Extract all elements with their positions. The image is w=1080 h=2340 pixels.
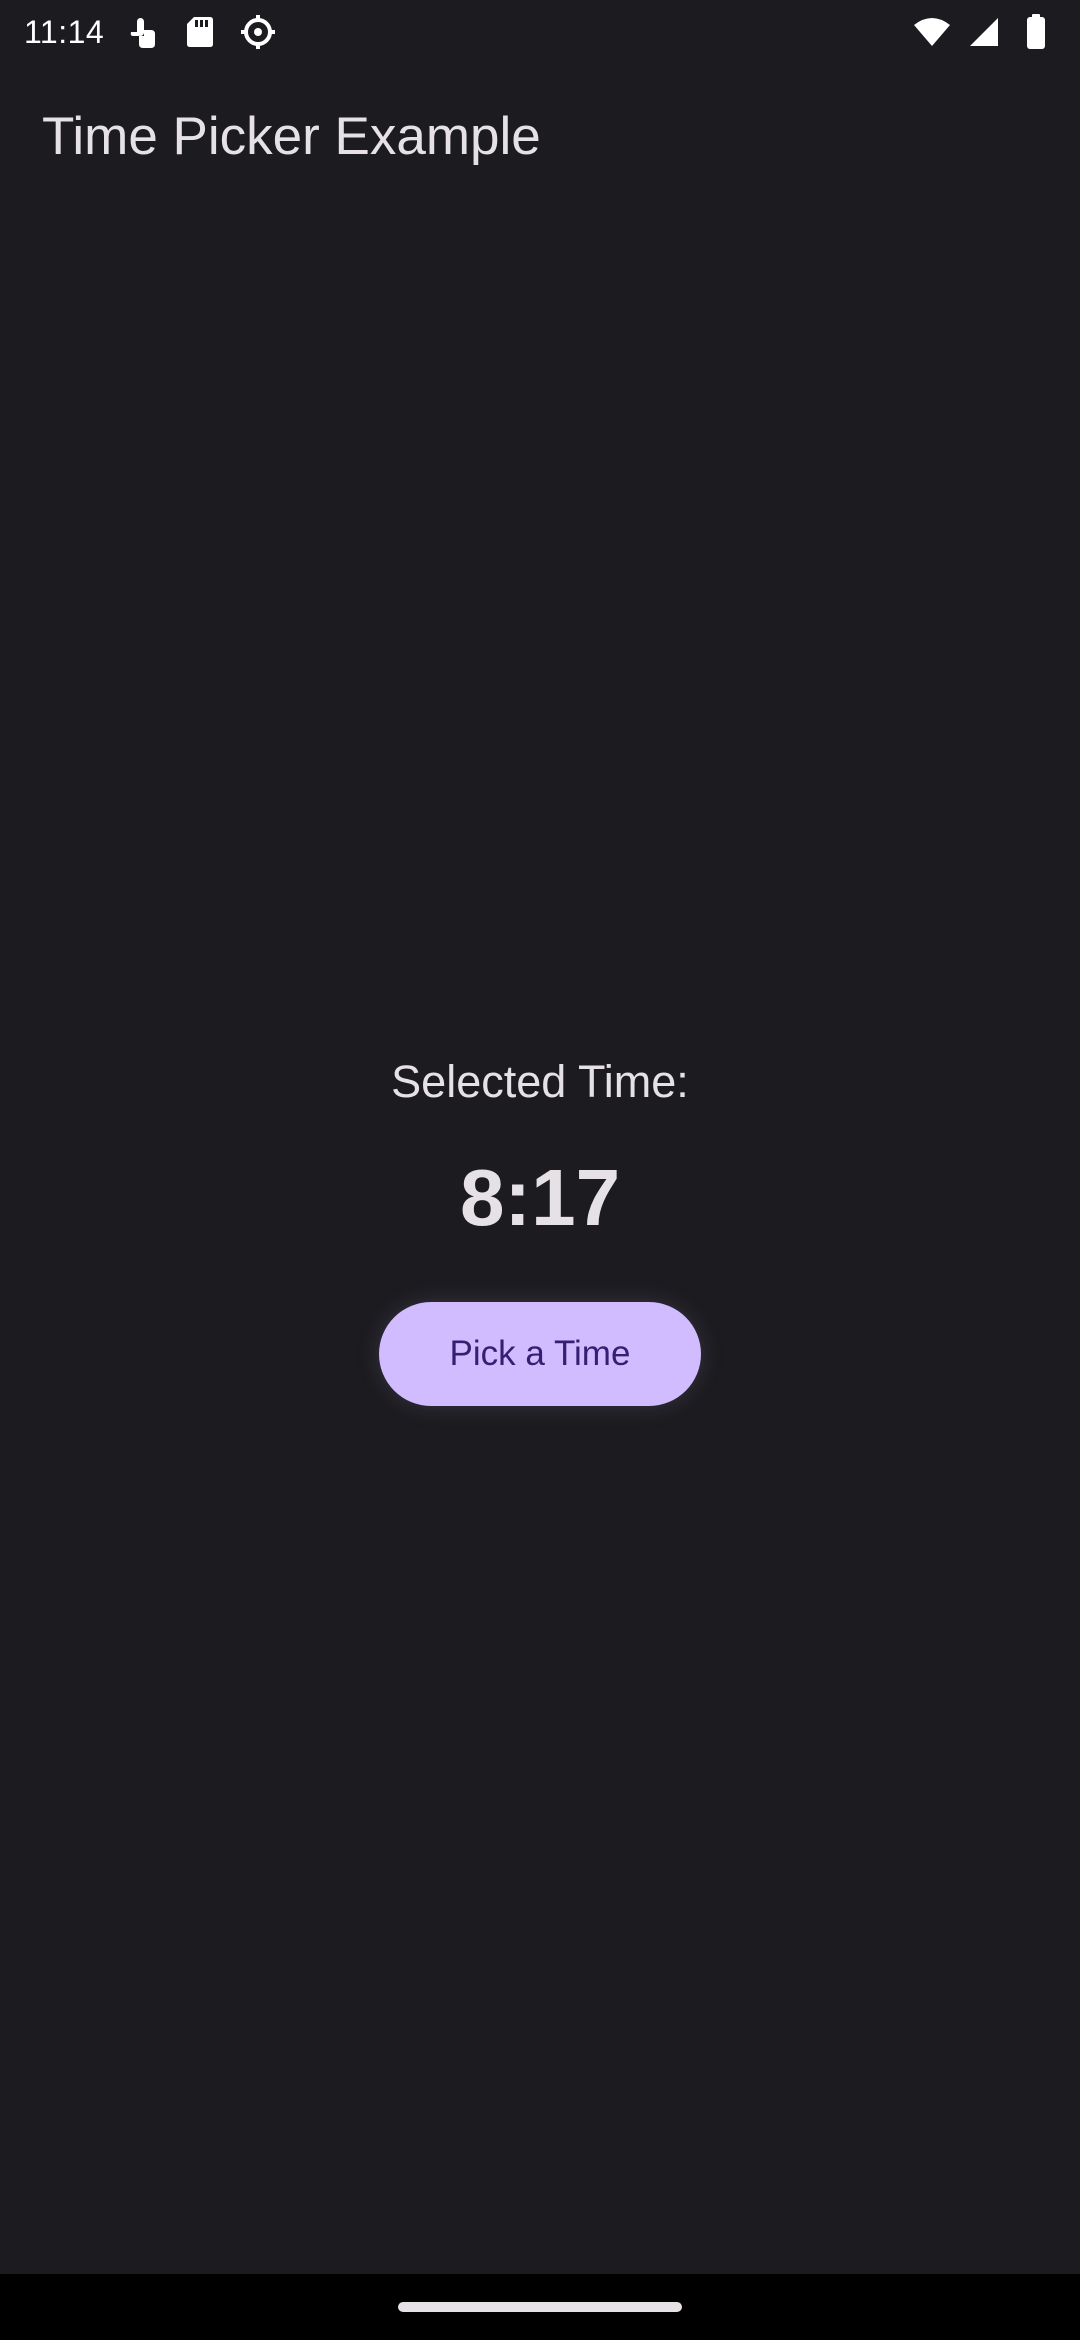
status-bar-left: 11:14 <box>24 12 278 52</box>
touch-gesture-icon <box>122 12 162 52</box>
settings-sync-icon <box>238 12 278 52</box>
status-bar: 11:14 <box>0 0 1080 64</box>
main-content: Selected Time: 8:17 Pick a Time <box>0 1040 1080 1406</box>
wifi-icon <box>912 12 952 52</box>
selected-time-label: Selected Time: <box>391 1056 689 1107</box>
app-screen: 11:14 Time Picker Example Selected Time:… <box>0 0 1080 2340</box>
signal-icon <box>964 12 1004 52</box>
pick-time-button[interactable]: Pick a Time <box>379 1302 701 1406</box>
battery-icon <box>1016 12 1056 52</box>
top-app-bar: Time Picker Example <box>0 64 1080 208</box>
sd-card-icon <box>180 12 220 52</box>
status-time: 11:14 <box>24 13 105 50</box>
home-gesture-handle[interactable] <box>398 2302 682 2312</box>
app-title: Time Picker Example <box>42 106 541 166</box>
selected-time-value: 8:17 <box>459 1153 621 1242</box>
status-bar-right <box>912 12 1056 52</box>
system-navigation-bar <box>0 2274 1080 2340</box>
